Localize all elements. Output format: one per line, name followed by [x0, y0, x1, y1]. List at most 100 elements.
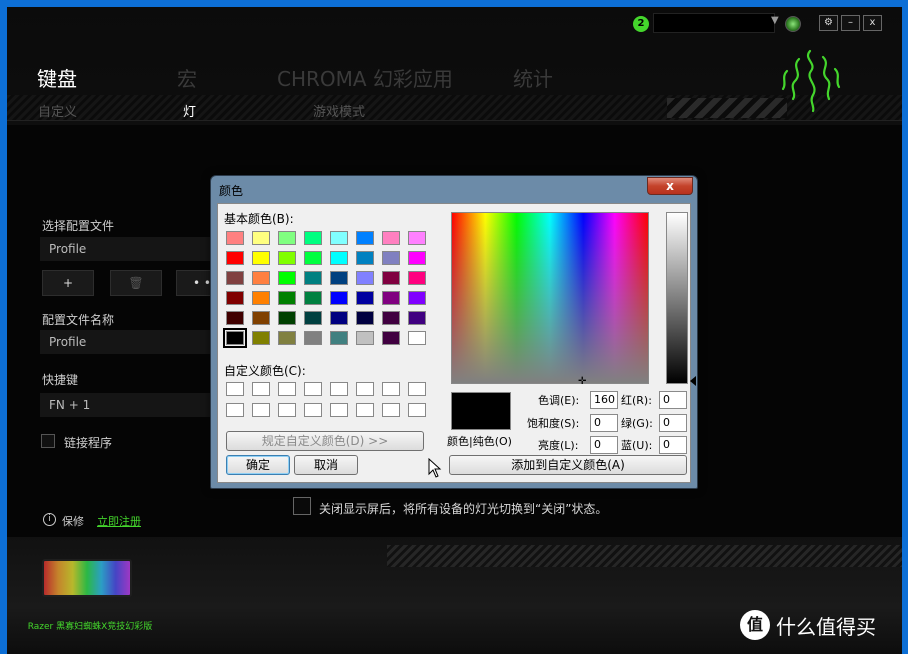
saturation-input[interactable]: 0 — [590, 414, 618, 432]
basic-color-swatch[interactable] — [252, 291, 270, 305]
basic-color-swatch[interactable] — [408, 231, 426, 245]
subtab-customize[interactable]: 自定义 — [38, 101, 77, 120]
account-dropdown[interactable] — [653, 13, 775, 33]
basic-color-swatch[interactable] — [252, 331, 270, 345]
basic-color-swatch[interactable] — [278, 271, 296, 285]
basic-color-swatch[interactable] — [382, 231, 400, 245]
basic-color-swatch[interactable] — [382, 271, 400, 285]
basic-color-swatch[interactable] — [330, 251, 348, 265]
custom-color-swatch[interactable] — [278, 403, 296, 417]
basic-color-swatch[interactable] — [382, 251, 400, 265]
basic-color-swatch[interactable] — [304, 251, 322, 265]
basic-color-swatch[interactable] — [330, 291, 348, 305]
basic-color-swatch[interactable] — [278, 311, 296, 325]
custom-color-swatch[interactable] — [408, 403, 426, 417]
basic-color-swatch[interactable] — [330, 311, 348, 325]
add-to-custom-colors-button[interactable]: 添加到自定义颜色(A) — [449, 455, 687, 475]
basic-color-swatch[interactable] — [226, 311, 244, 325]
basic-color-swatch[interactable] — [304, 231, 322, 245]
cancel-button[interactable]: 取消 — [294, 455, 358, 475]
custom-color-swatch[interactable] — [304, 382, 322, 396]
basic-color-swatch[interactable] — [382, 311, 400, 325]
basic-color-swatch[interactable] — [330, 231, 348, 245]
basic-color-swatch[interactable] — [356, 251, 374, 265]
minimize-button[interactable]: – — [841, 15, 860, 31]
luminance-arrow-icon[interactable] — [690, 376, 696, 386]
custom-color-swatch[interactable] — [330, 382, 348, 396]
basic-color-swatch[interactable] — [304, 271, 322, 285]
tab-macro[interactable]: 宏 — [177, 63, 197, 92]
basic-color-swatch[interactable] — [408, 271, 426, 285]
custom-color-swatch[interactable] — [356, 382, 374, 396]
profile-select[interactable]: Profile — [40, 237, 220, 261]
custom-color-swatch[interactable] — [330, 403, 348, 417]
basic-color-swatch[interactable] — [408, 291, 426, 305]
basic-color-swatch[interactable] — [304, 311, 322, 325]
dialog-close-button[interactable]: x — [647, 177, 693, 195]
register-link[interactable]: 立即注册 — [97, 513, 141, 529]
basic-color-swatch[interactable] — [304, 331, 322, 345]
custom-color-swatch[interactable] — [226, 382, 244, 396]
basic-color-swatch[interactable] — [408, 331, 426, 345]
link-program-checkbox[interactable] — [41, 434, 55, 448]
custom-color-swatch[interactable] — [408, 382, 426, 396]
basic-color-swatch[interactable] — [408, 311, 426, 325]
basic-color-swatch[interactable] — [226, 251, 244, 265]
red-input[interactable]: 0 — [659, 391, 687, 409]
close-window-button[interactable]: x — [863, 15, 882, 31]
profile-name-field[interactable]: Profile — [40, 330, 220, 354]
custom-color-swatch[interactable] — [278, 382, 296, 396]
basic-color-swatch[interactable] — [356, 291, 374, 305]
subtab-game-mode[interactable]: 游戏模式 — [313, 101, 365, 120]
basic-color-swatch[interactable] — [223, 328, 247, 348]
basic-color-swatch[interactable] — [356, 231, 374, 245]
custom-color-swatch[interactable] — [304, 403, 322, 417]
ok-button[interactable]: 确定 — [226, 455, 290, 475]
green-input[interactable]: 0 — [659, 414, 687, 432]
basic-color-swatch[interactable] — [330, 331, 348, 345]
luminance-slider[interactable] — [666, 212, 688, 384]
delete-profile-button[interactable]: 🗑 — [110, 270, 162, 296]
custom-color-swatch[interactable] — [252, 403, 270, 417]
tab-keyboard[interactable]: 键盘 — [37, 63, 77, 92]
hue-input[interactable]: 160 — [590, 391, 618, 409]
color-spectrum[interactable] — [451, 212, 649, 384]
basic-color-swatch[interactable] — [226, 271, 244, 285]
custom-color-swatch[interactable] — [356, 403, 374, 417]
basic-color-swatch[interactable] — [278, 231, 296, 245]
basic-color-swatch[interactable] — [356, 311, 374, 325]
basic-color-swatch[interactable] — [356, 271, 374, 285]
notification-badge[interactable]: 2 — [633, 16, 649, 32]
basic-color-swatch[interactable] — [226, 291, 244, 305]
custom-color-swatch[interactable] — [252, 382, 270, 396]
basic-color-swatch[interactable] — [382, 291, 400, 305]
basic-color-swatch[interactable] — [278, 291, 296, 305]
basic-color-swatch[interactable] — [330, 271, 348, 285]
keyboard-device-image[interactable] — [42, 559, 132, 597]
tab-stats[interactable]: 统计 — [513, 63, 553, 92]
basic-color-swatch[interactable] — [356, 331, 374, 345]
define-custom-colors-button[interactable]: 规定自定义颜色(D) >> — [226, 431, 424, 451]
custom-color-swatch[interactable] — [382, 382, 400, 396]
chevron-down-icon[interactable]: ▼ — [771, 15, 779, 26]
basic-color-swatch[interactable] — [304, 291, 322, 305]
basic-color-swatch[interactable] — [226, 231, 244, 245]
basic-color-swatch[interactable] — [382, 331, 400, 345]
custom-color-swatch[interactable] — [226, 403, 244, 417]
blue-input[interactable]: 0 — [659, 436, 687, 454]
basic-color-swatch[interactable] — [408, 251, 426, 265]
settings-button[interactable]: ⚙ — [819, 15, 838, 31]
basic-color-swatch[interactable] — [278, 251, 296, 265]
basic-color-swatch[interactable] — [252, 271, 270, 285]
custom-color-swatch[interactable] — [382, 403, 400, 417]
chroma-icon[interactable] — [785, 16, 801, 32]
basic-color-swatch[interactable] — [278, 331, 296, 345]
basic-color-swatch[interactable] — [252, 311, 270, 325]
tab-chroma-apps[interactable]: CHROMA 幻彩应用 — [277, 63, 453, 92]
hotkey-field[interactable]: FN + 1 — [40, 393, 220, 417]
basic-color-swatch[interactable] — [252, 231, 270, 245]
close-notice-checkbox[interactable] — [293, 497, 311, 515]
luminance-input[interactable]: 0 — [590, 436, 618, 454]
subtab-lighting[interactable]: 灯 — [183, 101, 196, 120]
basic-color-swatch[interactable] — [252, 251, 270, 265]
